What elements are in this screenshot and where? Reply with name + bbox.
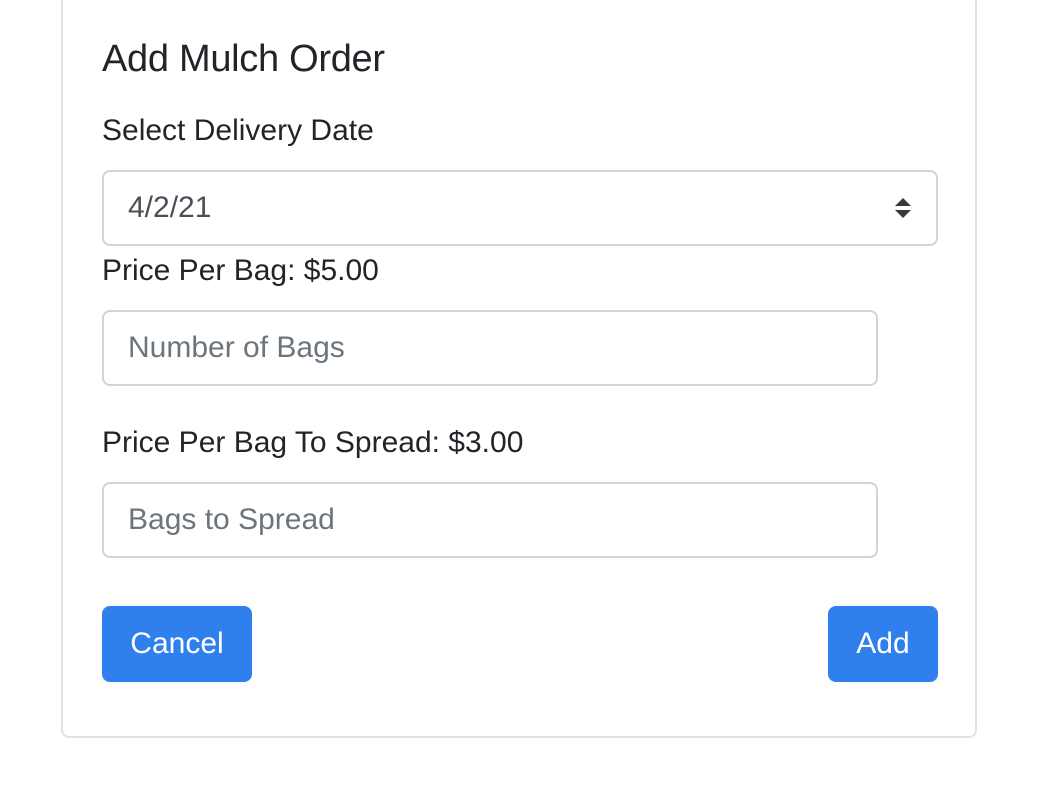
sort-arrows-icon	[895, 198, 911, 218]
number-of-bags-input[interactable]	[102, 310, 878, 386]
add-button[interactable]: Add	[828, 606, 938, 682]
delivery-date-select[interactable]: 4/2/21	[102, 170, 938, 246]
delivery-date-value: 4/2/21	[128, 191, 212, 224]
price-per-bag-label: Price Per Bag: $5.00	[102, 254, 379, 287]
cancel-button[interactable]: Cancel	[102, 606, 252, 682]
delivery-date-label: Select Delivery Date	[102, 114, 374, 147]
price-per-spread-label: Price Per Bag To Spread: $3.00	[102, 426, 524, 459]
bags-to-spread-input[interactable]	[102, 482, 878, 558]
page-title: Add Mulch Order	[102, 38, 385, 80]
